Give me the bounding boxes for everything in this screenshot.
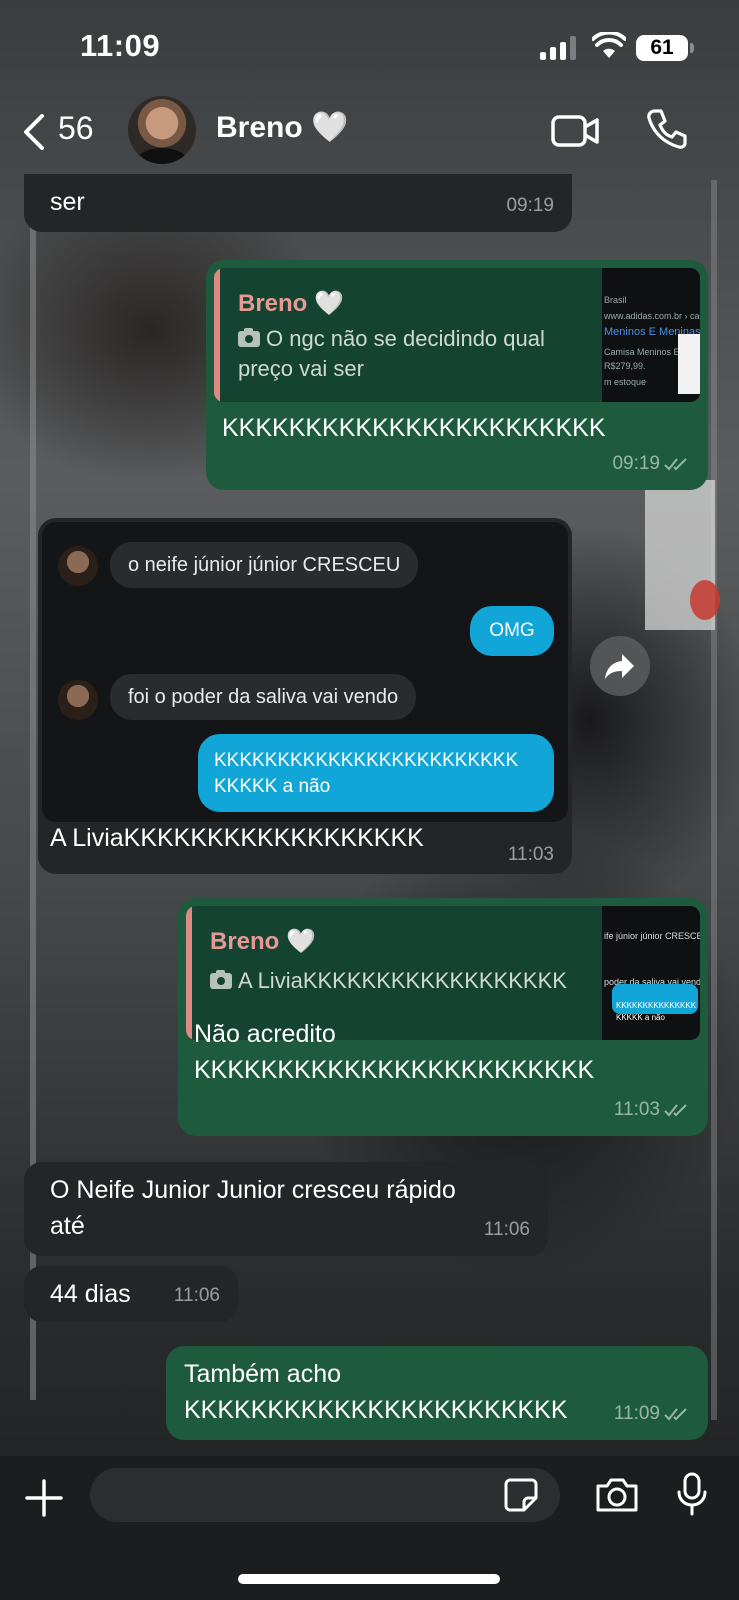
composer-bar (0, 1456, 739, 1600)
wifi-icon (592, 32, 626, 58)
camera-icon[interactable] (594, 1476, 640, 1514)
message-text: Também acho KKKKKKKKKKKKKKKKKKKKKKK (184, 1360, 568, 1424)
camera-small-icon (238, 328, 260, 347)
message-incoming-image[interactable]: o neife júnior júnior CRESCEU OMG foi o … (38, 518, 572, 874)
contact-name[interactable]: Breno 🤍 (216, 110, 348, 145)
message-text: O Neife Junior Junior cresceu rápido até (50, 1176, 456, 1240)
image-caption: A LiviaKKKKKKKKKKKKKKKKKK (50, 824, 424, 852)
back-chevron-icon[interactable] (18, 112, 54, 152)
message-time: 11:03 (614, 1092, 690, 1128)
forward-arrow-icon (605, 654, 634, 679)
quoted-message[interactable]: Breno 🤍 O ngc não se decidindo qual preç… (214, 268, 700, 402)
microphone-icon[interactable] (676, 1472, 708, 1516)
quoted-text: A LiviaKKKKKKKKKKKKKKKKKK (210, 966, 567, 996)
double-check-icon (664, 458, 687, 471)
message-text: Não acredito KKKKKKKKKKKKKKKKKKKKKKKK (194, 1020, 595, 1084)
message-text: 44 dias (50, 1280, 131, 1308)
message-time: 11:06 (483, 1219, 530, 1240)
message-time: 09:19 (612, 446, 690, 482)
quoted-thumbnail: Brasil www.adidas.com.br › camisa... Men… (602, 268, 700, 402)
double-check-icon (664, 1408, 687, 1421)
message-time: 11:09 (614, 1396, 690, 1432)
status-time: 11:09 (80, 28, 161, 63)
quoted-sender: Breno 🤍 (210, 928, 316, 955)
screenshot-message: o neife júnior júnior CRESCEU (110, 542, 419, 588)
contact-avatar[interactable] (128, 96, 196, 164)
message-time: 11:06 (173, 1285, 220, 1306)
quoted-text: O ngc não se decidindo qual preço vai se… (238, 326, 545, 381)
message-incoming[interactable]: ser 09:19 (24, 174, 572, 232)
sticker-icon[interactable] (504, 1478, 538, 1512)
double-check-icon (664, 1104, 687, 1117)
quoted-thumbnail: ife júnior júnior CRESCEU poder da saliv… (602, 906, 700, 1040)
battery-icon: 61 (636, 35, 688, 61)
message-outgoing-reply[interactable]: Breno 🤍 A LiviaKKKKKKKKKKKKKKKKKK ife jú… (178, 898, 708, 1136)
screenshot-message: foi o poder da saliva vai vendo (110, 674, 417, 720)
screenshot-message: KKKKKKKKKKKKKKKKKKKKKKKK KKKKK a não (198, 734, 554, 812)
plus-icon[interactable] (24, 1478, 64, 1518)
message-time: 09:19 (506, 195, 554, 216)
chat-header: 56 Breno 🤍 (0, 96, 739, 174)
message-incoming[interactable]: 44 dias 11:06 (24, 1266, 238, 1322)
avatar (58, 680, 98, 720)
unread-count[interactable]: 56 (58, 110, 94, 147)
message-text: ser (50, 188, 85, 216)
camera-small-icon (210, 970, 232, 989)
message-time: 11:03 (507, 844, 554, 865)
forward-button[interactable] (590, 636, 650, 696)
home-indicator (238, 1574, 500, 1584)
message-text: KKKKKKKKKKKKKKKKKKKKKKK (222, 414, 606, 442)
message-incoming[interactable]: O Neife Junior Junior cresceu rápido até… (24, 1162, 548, 1256)
message-input[interactable] (90, 1468, 560, 1522)
message-outgoing[interactable]: Também acho KKKKKKKKKKKKKKKKKKKKKKK 11:0… (166, 1346, 708, 1440)
message-outgoing-reply[interactable]: Breno 🤍 O ngc não se decidindo qual preç… (206, 260, 708, 490)
shared-screenshot[interactable]: o neife júnior júnior CRESCEU OMG foi o … (42, 522, 568, 822)
video-call-icon[interactable] (550, 112, 600, 150)
phone-call-icon[interactable] (646, 108, 688, 150)
avatar (58, 546, 98, 586)
quoted-sender: Breno 🤍 (238, 290, 344, 317)
status-bar: 11:09 61 (0, 0, 739, 96)
screenshot-message: OMG (470, 606, 554, 656)
cellular-signal-icon (540, 36, 576, 60)
